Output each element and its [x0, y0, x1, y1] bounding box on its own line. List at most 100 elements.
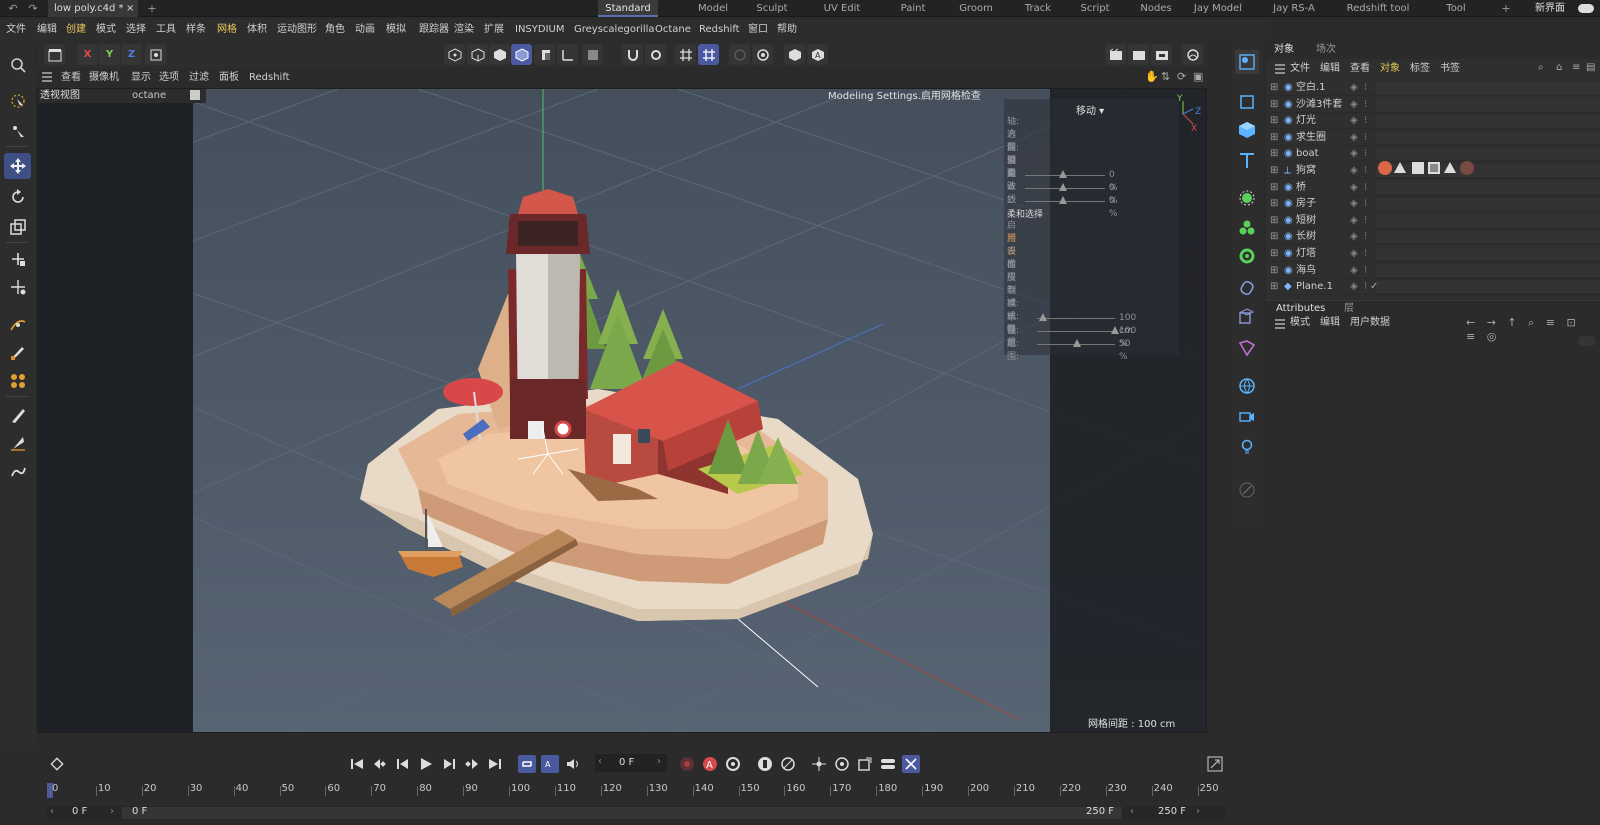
- viewport-menu-item[interactable]: 面板: [219, 71, 239, 85]
- layout-tab[interactable]: Track: [1016, 0, 1060, 17]
- next-frame-icon[interactable]: [440, 755, 458, 773]
- viewport-menu-item[interactable]: 过滤: [189, 71, 209, 85]
- render-queue-icon[interactable]: [1151, 44, 1172, 65]
- pla-key-icon[interactable]: [902, 755, 920, 773]
- layer-visibility-icon[interactable]: ◈: [1350, 196, 1358, 212]
- frame-range-bar[interactable]: ‹ 0 F › 0 F 250 F ‹ 250 F ›: [46, 806, 1226, 820]
- tags-cell[interactable]: [1376, 148, 1600, 161]
- hud-slider-value[interactable]: 50 %: [1119, 338, 1130, 364]
- object-name[interactable]: 灯光: [1296, 113, 1316, 129]
- layer-visibility-icon[interactable]: ◈: [1350, 229, 1358, 245]
- object-row[interactable]: ⊞ ◉ 空白.1 ◈ ⁝: [1266, 80, 1600, 96]
- tags-cell[interactable]: [1376, 231, 1600, 244]
- layer-visibility-icon[interactable]: ◈: [1350, 213, 1358, 229]
- layout-tab[interactable]: Paint: [891, 0, 935, 17]
- prev-key-icon[interactable]: [371, 755, 389, 773]
- play-mode-icon[interactable]: A: [541, 755, 559, 773]
- tab-takes[interactable]: 场次: [1316, 42, 1336, 58]
- magnet-icon[interactable]: [4, 460, 31, 486]
- hud-title[interactable]: 移动 ▾: [1076, 102, 1104, 117]
- layer-visibility-icon[interactable]: ◈: [1350, 263, 1358, 279]
- layout-tab[interactable]: Script: [1073, 0, 1117, 17]
- object-name[interactable]: 求生圈: [1296, 130, 1326, 146]
- expand-icon[interactable]: ⊞: [1270, 146, 1278, 162]
- workplane-snap-icon[interactable]: [698, 44, 719, 65]
- hud-slider-knob[interactable]: [1059, 196, 1067, 204]
- grid-snap-icon[interactable]: [675, 44, 696, 65]
- viewport-menu-item[interactable]: Redshift: [249, 71, 290, 85]
- object-manager-menu-item[interactable]: 书签: [1440, 62, 1460, 76]
- snap-settings-icon[interactable]: [645, 44, 666, 65]
- layer-visibility-icon[interactable]: ◈: [1350, 80, 1358, 96]
- key-lock-icon[interactable]: [756, 755, 774, 773]
- menu-item[interactable]: 扩展: [484, 22, 504, 37]
- object-name[interactable]: 空白.1: [1296, 80, 1326, 96]
- axis-mode-icon[interactable]: [557, 44, 578, 65]
- attributes-expand-icon[interactable]: [1578, 336, 1596, 346]
- hud-slider-knob[interactable]: [1111, 326, 1119, 334]
- new-ui-button[interactable]: 新界面: [1535, 2, 1565, 15]
- menu-item[interactable]: 角色: [325, 22, 345, 37]
- maximize-view-icon[interactable]: ▣: [1193, 70, 1203, 83]
- add-layout-icon[interactable]: +: [1500, 2, 1512, 15]
- tab-layers[interactable]: 层: [1344, 302, 1354, 316]
- object-row[interactable]: ⊞ ◉ 桥 ◈ ⁝: [1266, 180, 1600, 196]
- layout-tab[interactable]: Groom: [954, 0, 998, 17]
- object-name[interactable]: 长树: [1296, 229, 1316, 245]
- points-mode-icon[interactable]: [444, 44, 465, 65]
- tags-cell[interactable]: [1376, 115, 1600, 128]
- hud-axis-label[interactable]: X:: [1007, 169, 1016, 182]
- layer-visibility-icon[interactable]: ◈: [1350, 246, 1358, 262]
- scale-key-icon[interactable]: [856, 755, 874, 773]
- expand-icon[interactable]: ⊞: [1270, 97, 1278, 113]
- layer-visibility-icon[interactable]: ◈: [1350, 130, 1358, 146]
- visibility-dots-icon[interactable]: ⁝: [1364, 246, 1367, 262]
- menu-item[interactable]: 窗口: [748, 22, 768, 37]
- close-tab-icon[interactable]: ×: [126, 0, 134, 17]
- camera-object-icon[interactable]: [1235, 404, 1259, 428]
- menu-item[interactable]: 工具: [156, 22, 176, 37]
- material-tag-icon-2[interactable]: [1460, 161, 1474, 175]
- object-row[interactable]: ⊞ ◆ Plane.1 ◈ ⁝ ✓: [1266, 279, 1600, 296]
- cloner-icon[interactable]: [4, 368, 31, 394]
- visibility-dots-icon[interactable]: ⁝: [1364, 113, 1367, 129]
- expand-icon[interactable]: ⊞: [1270, 213, 1278, 229]
- viewport-menu-item[interactable]: 查看: [61, 71, 81, 85]
- hud-slider-knob[interactable]: [1073, 339, 1081, 347]
- render-picture-viewer-icon[interactable]: [1128, 44, 1149, 65]
- model-mode-icon[interactable]: [44, 44, 65, 65]
- magnet-snap-icon[interactable]: [622, 44, 643, 65]
- viewport-menu-item[interactable]: 选项: [159, 71, 179, 85]
- object-name[interactable]: 短树: [1296, 213, 1316, 229]
- go-to-start-icon[interactable]: [348, 755, 366, 773]
- object-name[interactable]: 海鸟: [1296, 263, 1316, 279]
- menu-item[interactable]: 选择: [126, 22, 146, 37]
- visibility-dots-icon[interactable]: ⁝: [1364, 97, 1367, 113]
- layout-tab[interactable]: Model: [688, 0, 738, 17]
- polygons-mode-icon[interactable]: [489, 44, 510, 65]
- menu-item[interactable]: 渲染: [454, 22, 474, 37]
- loop-icon[interactable]: [518, 755, 536, 773]
- search-icon[interactable]: ⌕: [1538, 62, 1544, 73]
- object-name[interactable]: boat: [1296, 146, 1319, 162]
- layer-icon[interactable]: ▤: [1586, 62, 1595, 73]
- visibility-dots-icon[interactable]: ⁝: [1364, 279, 1367, 295]
- menu-item[interactable]: 编辑: [37, 22, 57, 37]
- transform-tool-icon[interactable]: [4, 246, 31, 272]
- generator-icon[interactable]: [1235, 186, 1259, 210]
- layer-visibility-icon[interactable]: ◈: [1350, 180, 1358, 196]
- object-row[interactable]: ⊞ ◉ 房子 ◈ ⁝: [1266, 196, 1600, 213]
- new-tab-icon[interactable]: +: [145, 2, 159, 15]
- visibility-dots-icon[interactable]: ⁝: [1364, 213, 1367, 229]
- knife-icon[interactable]: [4, 430, 31, 456]
- layer-visibility-icon[interactable]: ◈: [1350, 97, 1358, 113]
- cube-primitive-icon[interactable]: [1235, 118, 1259, 142]
- camera-icon[interactable]: [190, 90, 200, 100]
- go-to-end-icon[interactable]: [486, 755, 504, 773]
- object-row[interactable]: ⊞ ◉ 灯光 ◈ ⁝: [1266, 113, 1600, 130]
- param-key-icon[interactable]: [879, 755, 897, 773]
- hud-slider-label[interactable]: 范围:: [1007, 338, 1019, 364]
- menu-item[interactable]: Octane: [655, 22, 691, 37]
- active-camera-name[interactable]: octane: [130, 89, 206, 103]
- layer-visibility-icon[interactable]: ◈: [1350, 279, 1358, 295]
